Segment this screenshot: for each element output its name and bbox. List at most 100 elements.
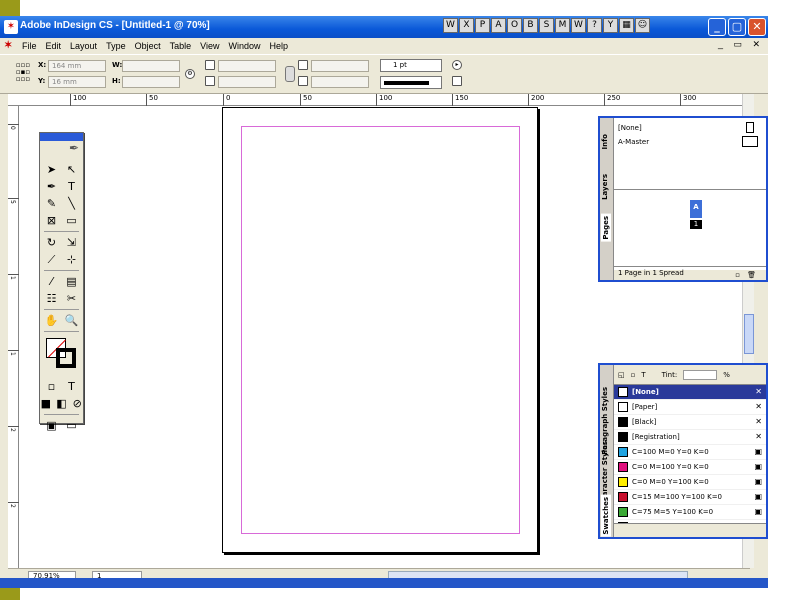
tab-swatches[interactable]: Swatches bbox=[601, 495, 611, 537]
normal-view-icon[interactable]: ▣ bbox=[44, 418, 60, 433]
office-shortcut-icon[interactable]: W bbox=[443, 18, 458, 33]
office-shortcut-icon[interactable]: M bbox=[555, 18, 570, 33]
title-bar[interactable]: ✶ Adobe InDesign CS - [Untitled-1 @ 70%]… bbox=[0, 16, 768, 38]
swatch-type-icon: ✕ bbox=[755, 402, 762, 411]
none-master-page-icon bbox=[746, 122, 754, 133]
apply-color-icon[interactable]: ■ bbox=[40, 396, 52, 411]
object-style-icon[interactable] bbox=[452, 76, 462, 86]
formatting-text-icon[interactable]: T bbox=[64, 379, 80, 394]
scissors-tool-icon[interactable]: ✂ bbox=[64, 291, 80, 306]
selection-tool-icon[interactable]: ➤ bbox=[44, 162, 60, 177]
document-window-controls[interactable]: _ ▭ ✕ bbox=[718, 39, 764, 50]
container-mini-icon[interactable]: ▫ bbox=[631, 371, 636, 379]
play-icon[interactable]: ▸ bbox=[452, 60, 462, 70]
eyedropper-tool-icon[interactable]: ⁄ bbox=[44, 274, 60, 289]
swatch-row[interactable]: C=0 M=100 Y=0 K=0 ▣ bbox=[614, 460, 766, 475]
delete-page-icon[interactable]: 🗑 bbox=[747, 269, 756, 282]
office-shortcut-icon[interactable]: A bbox=[491, 18, 506, 33]
pen-tool-icon[interactable]: ✒ bbox=[44, 179, 60, 194]
w-field[interactable] bbox=[122, 60, 180, 72]
formatting-container-icon[interactable]: ▫ bbox=[44, 379, 60, 394]
x-field[interactable]: 164 mm bbox=[48, 60, 106, 72]
tab-pages[interactable]: Pages bbox=[601, 214, 611, 242]
document-menu-icon[interactable]: ✶ bbox=[4, 40, 18, 52]
new-page-icon[interactable]: ▫ bbox=[735, 269, 740, 282]
menu-file[interactable]: File bbox=[22, 41, 37, 51]
menu-type[interactable]: Type bbox=[106, 41, 126, 51]
office-shortcut-icon[interactable]: ▦ bbox=[619, 18, 634, 33]
scale-x-field[interactable] bbox=[218, 60, 276, 72]
rotation-field[interactable] bbox=[311, 60, 369, 72]
swatch-row[interactable]: [Black] ✕ bbox=[614, 415, 766, 430]
text-mini-icon[interactable]: T bbox=[641, 371, 645, 379]
swatch-row[interactable]: C=0 M=0 Y=100 K=0 ▣ bbox=[614, 475, 766, 490]
stroke-weight-field[interactable]: 1 pt bbox=[380, 59, 442, 72]
menu-window[interactable]: Window bbox=[228, 41, 260, 51]
office-shortcut-icon[interactable]: S bbox=[539, 18, 554, 33]
tab-layers[interactable]: Layers bbox=[601, 174, 609, 200]
close-button[interactable]: ✕ bbox=[748, 18, 766, 36]
swatch-row[interactable]: [Registration] ✕ bbox=[614, 430, 766, 445]
app-icon[interactable]: ✶ bbox=[4, 20, 18, 34]
constrain-proportions-icon[interactable] bbox=[285, 66, 295, 82]
office-shortcut-icon[interactable]: O bbox=[507, 18, 522, 33]
menu-layout[interactable]: Layout bbox=[70, 41, 97, 51]
rectangle-frame-tool-icon[interactable]: ⊠ bbox=[44, 213, 60, 228]
swatch-row[interactable]: C=15 M=100 Y=100 K=0 ▣ bbox=[614, 490, 766, 505]
fill-stroke-control[interactable] bbox=[44, 336, 79, 374]
swatch-row[interactable]: C=100 M=0 Y=0 K=0 ▣ bbox=[614, 445, 766, 460]
vertical-scroll-thumb[interactable] bbox=[744, 314, 754, 354]
menu-help[interactable]: Help bbox=[269, 41, 288, 51]
office-shortcut-icon[interactable]: Y bbox=[603, 18, 618, 33]
none-master-item[interactable]: [None] bbox=[618, 124, 642, 132]
reference-point-icon[interactable]: ▫▫▫ ▫▪▫ ▫▫▫ bbox=[14, 62, 32, 84]
tab-info[interactable]: Info bbox=[601, 134, 609, 149]
tint-field[interactable] bbox=[683, 369, 718, 380]
apply-gradient-icon[interactable]: ◧ bbox=[56, 396, 68, 411]
apply-none-icon[interactable]: ⊘ bbox=[71, 396, 83, 411]
office-shortcut-icon[interactable]: ☺ bbox=[635, 18, 650, 33]
office-shortcut-icon[interactable]: W bbox=[571, 18, 586, 33]
page-thumbnail[interactable]: A bbox=[690, 200, 702, 218]
swatch-row[interactable]: [Paper] ✕ bbox=[614, 400, 766, 415]
minimize-button[interactable]: _ bbox=[708, 18, 726, 36]
office-shortcut-icon[interactable]: P bbox=[475, 18, 490, 33]
y-field[interactable]: 16 mm bbox=[48, 76, 106, 88]
direct-selection-tool-icon[interactable]: ↖ bbox=[64, 162, 80, 177]
transform-icon[interactable]: ⚙ bbox=[185, 69, 195, 79]
swatch-type-icon: ✕ bbox=[755, 387, 762, 396]
hand-tool-icon[interactable]: ✋ bbox=[44, 313, 60, 328]
type-tool-icon[interactable]: T bbox=[64, 179, 80, 194]
swatch-row[interactable]: [None] ✕ bbox=[614, 385, 766, 400]
zoom-tool-icon[interactable]: 🔍 bbox=[64, 313, 80, 328]
scale-y-field[interactable] bbox=[218, 76, 276, 88]
menu-object[interactable]: Object bbox=[135, 41, 161, 51]
maximize-button[interactable]: ▢ bbox=[728, 18, 746, 36]
fill-stroke-mini-icon[interactable]: ◱ bbox=[618, 371, 625, 379]
rectangle-tool-icon[interactable]: ▭ bbox=[64, 213, 80, 228]
pencil-tool-icon[interactable]: ✎ bbox=[44, 196, 60, 211]
stroke-swatch-icon[interactable] bbox=[56, 348, 76, 368]
shear-field[interactable] bbox=[311, 76, 369, 88]
line-tool-icon[interactable]: ╲ bbox=[64, 196, 80, 211]
preview-view-icon[interactable]: ▭ bbox=[64, 418, 80, 433]
office-shortcut-icon[interactable]: B bbox=[523, 18, 538, 33]
office-shortcut-icon[interactable]: ? bbox=[587, 18, 602, 33]
shear-tool-icon[interactable]: ⟋ bbox=[44, 252, 60, 267]
h-field[interactable] bbox=[122, 76, 180, 88]
scale-tool-icon[interactable]: ⇲ bbox=[64, 235, 80, 250]
stroke-type-select[interactable] bbox=[380, 76, 442, 89]
vruler-tick: 1 bbox=[9, 276, 16, 280]
document-page[interactable] bbox=[222, 107, 538, 553]
a-master-item[interactable]: A-Master bbox=[618, 138, 649, 146]
button-tool-icon[interactable]: ☷ bbox=[44, 291, 60, 306]
rotate-tool-icon[interactable]: ↻ bbox=[44, 235, 60, 250]
swatch-row[interactable]: C=75 M=5 Y=100 K=0 ▣ bbox=[614, 505, 766, 520]
tools-panel-header[interactable] bbox=[40, 133, 83, 141]
office-shortcut-icon[interactable]: X bbox=[459, 18, 474, 33]
menu-edit[interactable]: Edit bbox=[46, 41, 62, 51]
gradient-tool-icon[interactable]: ▤ bbox=[64, 274, 80, 289]
free-transform-tool-icon[interactable]: ⊹ bbox=[64, 252, 80, 267]
menu-table[interactable]: Table bbox=[170, 41, 192, 51]
menu-view[interactable]: View bbox=[200, 41, 219, 51]
